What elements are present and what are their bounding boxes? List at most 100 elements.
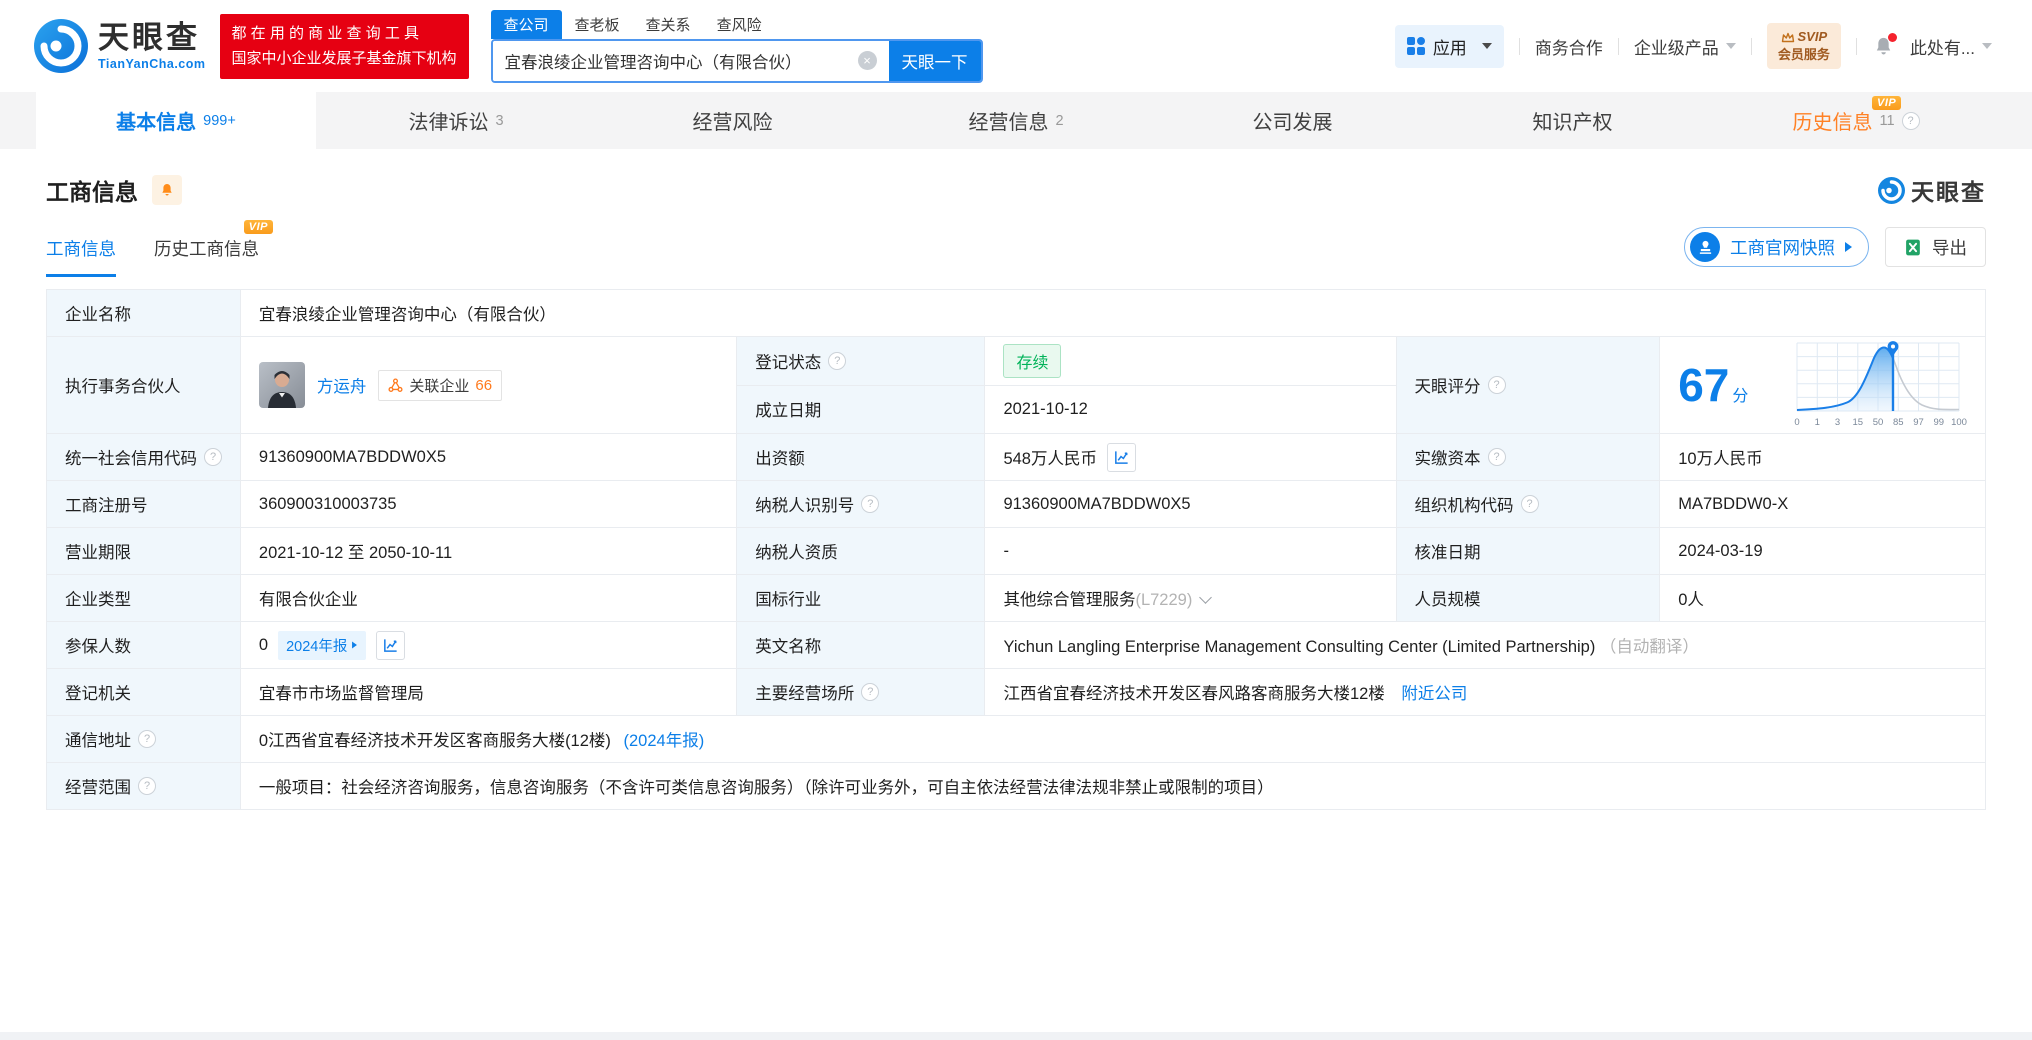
help-icon[interactable]: ? <box>138 777 156 795</box>
partner-name-link[interactable]: 方运舟 <box>317 373 367 397</box>
search-tab-company[interactable]: 查公司 <box>490 9 562 39</box>
search-area: 查公司 查老板 查关系 查风险 × 天眼一下 <box>490 9 983 83</box>
tab-operation-info[interactable]: 经营信息 2 <box>876 92 1156 149</box>
help-icon[interactable]: ? <box>138 730 156 748</box>
section-title: 工商信息 <box>46 179 138 205</box>
watermark-logo: 天眼查 <box>1878 173 1986 207</box>
subtab-business-info[interactable]: 工商信息 <box>46 236 116 277</box>
business-site-label: 主要经营场所? <box>736 668 986 716</box>
english-name-cell: Yichun Langling Enterprise Management Co… <box>984 621 1986 669</box>
business-cooperation-link[interactable]: 商务合作 <box>1535 34 1603 59</box>
row-insured: 参保人数 0 2024年报 英文名称 Yichun Langling Enter… <box>46 621 1986 669</box>
industry-code: (L7229) <box>1135 591 1193 609</box>
svg-text:99: 99 <box>1934 417 1945 428</box>
tab-basic-info[interactable]: 基本信息 999+ <box>36 92 316 149</box>
help-icon[interactable]: ? <box>204 448 222 466</box>
help-icon[interactable]: ? <box>1487 448 1506 466</box>
apps-button[interactable]: 应用 <box>1394 24 1504 68</box>
divider <box>1855 37 1857 55</box>
export-label: 导出 <box>1932 237 1967 258</box>
tab-label: 公司发展 <box>1252 112 1333 134</box>
business-site-value: 江西省宜春经济技术开发区春风路客商服务大楼12楼 <box>1003 685 1385 703</box>
tab-company-development[interactable]: 公司发展 <box>1156 92 1436 149</box>
staff-size-value: 0人 <box>1659 574 1986 622</box>
watermark-logo-text: 天眼查 <box>1911 179 1986 205</box>
monitor-bell-icon[interactable] <box>152 175 182 205</box>
tab-count: 2 <box>1055 112 1064 129</box>
row-business-term: 营业期限 2021-10-12 至 2050-10-11 纳税人资质 - 核准日… <box>46 527 1986 575</box>
industry-label: 国标行业 <box>736 574 986 622</box>
company-name-value: 宜春浪绫企业管理咨询中心（有限合伙） <box>239 289 1987 337</box>
tab-intellectual-property[interactable]: 知识产权 <box>1436 92 1716 149</box>
score-distribution-chart: 0 1 3 15 50 85 97 99 100 <box>1794 341 1967 428</box>
search-tabs: 查公司 查老板 查关系 查风险 <box>490 9 983 39</box>
help-icon[interactable]: ? <box>1487 376 1506 394</box>
search-input[interactable] <box>492 40 858 81</box>
tab-legal-litigation[interactable]: 法律诉讼 3 <box>316 92 596 149</box>
row-credit-code: 统一社会信用代码? 91360900MA7BDDW0X5 出资额 548万人民币 <box>46 433 1986 481</box>
company-type-value: 有限合伙企业 <box>239 574 738 622</box>
tianyancha-logo-icon <box>34 19 88 73</box>
row-company-type: 企业类型 有限合伙企业 国标行业 其他综合管理服务(L7229) 人员规模 0人 <box>46 574 1986 622</box>
search-tab-boss[interactable]: 查老板 <box>562 10 633 39</box>
approval-date-value: 2024-03-19 <box>1659 527 1986 575</box>
nearby-companies-link[interactable]: 附近公司 <box>1401 685 1467 703</box>
official-snapshot-button[interactable]: 工商官网快照 <box>1684 227 1869 267</box>
capital-value: 548万人民币 <box>1003 450 1097 468</box>
help-icon[interactable]: ? <box>1901 111 1920 130</box>
vip-badge: VIP <box>1872 96 1902 110</box>
industry-cell: 其他综合管理服务(L7229) <box>984 574 1397 622</box>
establish-date-label: 成立日期 <box>736 384 986 434</box>
org-code-label: 组织机构代码? <box>1395 480 1661 528</box>
score-value: 67 <box>1678 359 1730 411</box>
insured-trend-icon[interactable] <box>376 630 406 660</box>
subtab-history-business-info[interactable]: 历史工商信息 VIP <box>154 220 273 277</box>
section-subheader: 工商信息 历史工商信息 VIP 工商官网快照 导出 <box>46 220 1986 277</box>
chevron-down-icon[interactable] <box>1199 591 1213 604</box>
svg-text:15: 15 <box>1853 417 1864 428</box>
help-icon[interactable]: ? <box>861 495 880 513</box>
help-icon[interactable]: ? <box>828 351 847 370</box>
postal-address-cell: 0江西省宜春经济技术开发区客商服务大楼(12楼) (2024年报) <box>239 715 1987 763</box>
english-name-value: Yichun Langling Enterprise Management Co… <box>1003 638 1596 656</box>
subtab-label: 历史工商信息 <box>154 239 259 259</box>
tab-operation-risk[interactable]: 经营风险 <box>596 92 876 149</box>
svg-text:97: 97 <box>1913 417 1924 428</box>
tab-label: 法律诉讼 <box>408 112 489 134</box>
account-name: 此处有... <box>1909 38 1975 58</box>
tab-history-info[interactable]: VIP 历史信息 11 ? <box>1716 92 1996 149</box>
help-icon[interactable]: ? <box>861 683 880 701</box>
taxpayer-quality-value: - <box>984 527 1397 575</box>
account-menu[interactable]: 此处有... <box>1910 34 1992 59</box>
related-companies-badge[interactable]: 关联企业 66 <box>378 369 503 401</box>
annual-report-link[interactable]: (2024年报) <box>624 732 705 750</box>
partner-avatar[interactable] <box>258 362 305 408</box>
partner-label: 执行事务合伙人 <box>46 336 241 434</box>
export-button[interactable]: 导出 <box>1885 227 1986 267</box>
brand-logo[interactable]: 天眼查 TianYanCha.com <box>34 19 206 73</box>
annual-report-badge[interactable]: 2024年报 <box>278 630 367 660</box>
row-business-scope: 经营范围? 一般项目：社会经济咨询服务，信息咨询服务（不含许可类信息咨询服务）（… <box>46 762 1987 810</box>
svg-text:0: 0 <box>1794 417 1799 428</box>
svip-member-button[interactable]: SVIP 会员服务 <box>1766 23 1841 69</box>
industry-value: 其他综合管理服务 <box>1003 591 1136 609</box>
search-tab-risk[interactable]: 查风险 <box>704 10 775 39</box>
company-name-label: 企业名称 <box>46 289 241 337</box>
row-reg-number: 工商注册号 360900310003735 纳税人识别号? 91360900MA… <box>46 480 1986 528</box>
arrow-right-icon <box>1845 242 1852 252</box>
tab-label: 基本信息 <box>116 112 197 134</box>
tianyancha-logo-icon <box>1878 176 1905 204</box>
credit-code-value: 91360900MA7BDDW0X5 <box>239 433 738 481</box>
clear-search-icon[interactable]: × <box>857 51 877 70</box>
notifications-bell-icon[interactable] <box>1872 32 1897 58</box>
help-icon[interactable]: ? <box>1520 495 1539 513</box>
business-scope-label: 经营范围? <box>46 762 241 810</box>
enterprise-products-link[interactable]: 企业级产品 <box>1634 34 1736 59</box>
search-button[interactable]: 天眼一下 <box>888 40 981 81</box>
capital-trend-icon[interactable] <box>1106 442 1136 472</box>
business-term-label: 营业期限 <box>46 527 241 575</box>
auto-translate-note: （自动翻译） <box>1599 638 1699 656</box>
promo-banner: 都 在 用 的 商 业 查 询 工 具 国家中小企业发展子基金旗下机构 <box>219 13 469 79</box>
search-tab-relation[interactable]: 查关系 <box>633 10 704 39</box>
network-icon <box>388 377 403 392</box>
